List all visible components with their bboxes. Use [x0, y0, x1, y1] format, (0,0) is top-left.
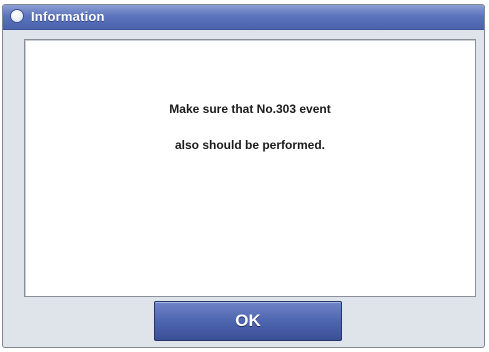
dialog-titlebar[interactable]: Information — [3, 5, 484, 30]
message-line-2: also should be performed. — [174, 138, 326, 152]
dialog-title: Information — [31, 9, 105, 24]
message-line-1: Make sure that No.303 event — [169, 102, 331, 116]
ok-button[interactable]: OK — [154, 301, 342, 341]
info-dot-icon — [11, 10, 23, 22]
message-panel: Make sure that No.303 event also should … — [24, 39, 476, 297]
information-dialog: Information Make sure that No.303 event … — [2, 4, 485, 348]
